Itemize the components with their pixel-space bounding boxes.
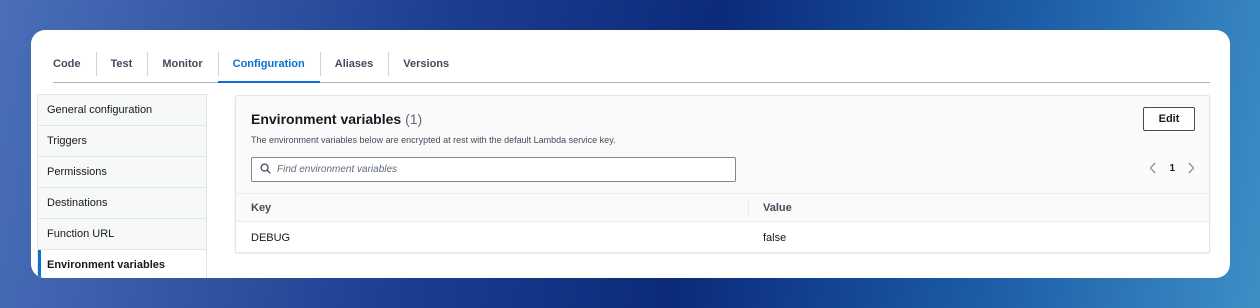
tab-test[interactable]: Test: [95, 48, 148, 82]
sidebar-item-function-url[interactable]: Function URL: [38, 219, 206, 250]
page-number[interactable]: 1: [1169, 163, 1175, 174]
sidebar-item-environment-variables[interactable]: Environment variables: [38, 250, 206, 278]
panel-header: Environment variables (1) The environmen…: [236, 96, 1209, 194]
tab-aliases[interactable]: Aliases: [319, 48, 389, 82]
table-header: Key Value: [236, 194, 1209, 222]
panel-count: (1): [405, 111, 423, 127]
panel-title-text: Environment variables: [251, 111, 402, 127]
row-key: DEBUG: [251, 231, 291, 244]
environment-variables-panel: Environment variables (1) The environmen…: [235, 95, 1210, 253]
tab-code[interactable]: Code: [53, 48, 96, 82]
tab-configuration[interactable]: Configuration: [217, 48, 320, 83]
chevron-left-icon[interactable]: [1149, 162, 1157, 174]
lambda-config-card: Code Test Monitor Configuration Aliases …: [31, 30, 1230, 278]
column-header-value[interactable]: Value: [749, 202, 792, 214]
search-icon: [260, 161, 271, 179]
table-row: DEBUG false: [236, 222, 1209, 253]
chevron-right-icon[interactable]: [1187, 162, 1195, 174]
panel-description: The environment variables below are encr…: [251, 135, 616, 145]
edit-button[interactable]: Edit: [1143, 107, 1195, 131]
search-input[interactable]: Find environment variables: [251, 157, 736, 182]
tab-monitor[interactable]: Monitor: [147, 48, 217, 82]
tab-bar: Code Test Monitor Configuration Aliases …: [53, 48, 1210, 83]
column-header-key[interactable]: Key: [236, 199, 749, 216]
search-placeholder: Find environment variables: [277, 164, 398, 175]
sidebar-item-general-configuration[interactable]: General configuration: [38, 95, 206, 126]
sidebar-item-triggers[interactable]: Triggers: [38, 126, 206, 157]
sidebar-item-permissions[interactable]: Permissions: [38, 157, 206, 188]
tab-versions[interactable]: Versions: [388, 48, 464, 82]
pagination: 1: [1149, 162, 1195, 174]
config-sidebar: General configuration Triggers Permissio…: [37, 94, 207, 278]
panel-title: Environment variables (1): [251, 111, 422, 127]
sidebar-item-destinations[interactable]: Destinations: [38, 188, 206, 219]
row-value: false: [763, 231, 787, 244]
